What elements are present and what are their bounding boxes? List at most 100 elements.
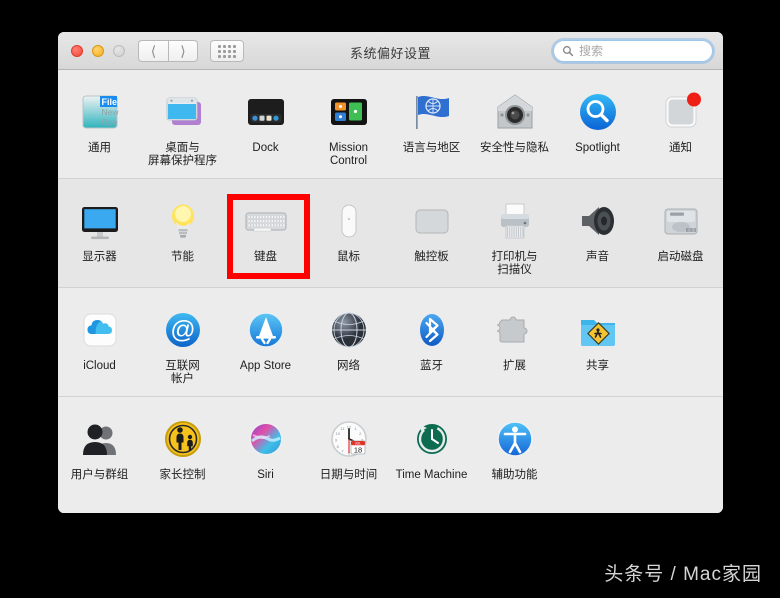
date-time-icon: 121234567891011JUL18 — [325, 415, 373, 463]
extensions-icon — [491, 306, 539, 354]
icloud-icon — [76, 306, 124, 354]
preferences-row-1: File New Ope 通用 桌面与 屏幕保护程序 Dock Mission Contro… — [58, 70, 723, 178]
svg-text:@: @ — [170, 316, 195, 344]
pref-item-sound[interactable]: 声音 — [556, 191, 639, 277]
pref-item-spotlight[interactable]: Spotlight — [556, 82, 639, 168]
pref-item-general[interactable]: File New Ope 通用 — [58, 82, 141, 168]
time-machine-icon — [408, 415, 456, 463]
pref-item-label: Mission Control — [329, 142, 368, 167]
pref-item-mission-control[interactable]: Mission Control — [307, 82, 390, 168]
screenshot-root: ⟨ ⟩ 系统偏好设置 FileNewOpe 通用 桌面与 屏幕保护程序 Dock Mis… — [0, 0, 780, 598]
search-field[interactable] — [553, 40, 713, 62]
pref-item-label: 桌面与 屏幕保护程序 — [148, 142, 217, 167]
pref-item-label: Spotlight — [575, 142, 620, 154]
pref-item-label: 网络 — [337, 360, 360, 372]
pref-item-network[interactable]: 网络 — [307, 300, 390, 386]
pref-item-siri[interactable]: Siri — [224, 409, 307, 482]
parental-controls-icon — [159, 415, 207, 463]
pref-item-label: App Store — [239, 360, 292, 372]
pref-item-mouse[interactable]: 鼠标 — [307, 191, 390, 277]
pref-item-label: 显示器 — [82, 251, 117, 263]
system-preferences-window: ⟨ ⟩ 系统偏好设置 FileNewOpe 通用 桌面与 屏幕保护程序 Dock Mis… — [58, 32, 723, 513]
sound-icon — [574, 197, 622, 245]
preferences-row-4: 用户与群组 家长控制 Siri 121234567891011JUL18 日期与时间 Ti… — [58, 396, 723, 492]
pref-item-notifications[interactable]: 通知 — [639, 82, 722, 168]
spotlight-icon — [574, 88, 622, 136]
desktop-screensaver-icon — [159, 88, 207, 136]
window-titlebar: ⟨ ⟩ 系统偏好设置 — [58, 32, 723, 70]
pref-item-label: 打印机与 扫描仪 — [491, 251, 538, 276]
network-icon — [325, 306, 373, 354]
pref-item-label: 扩展 — [503, 360, 526, 372]
pref-item-label: 启动磁盘 — [657, 251, 704, 263]
pref-item-dock[interactable]: Dock — [224, 82, 307, 168]
svg-text:10: 10 — [335, 431, 340, 436]
pref-item-label: 通用 — [88, 142, 111, 154]
svg-text:18: 18 — [353, 445, 361, 454]
mouse-icon — [325, 197, 373, 245]
pref-item-time-machine[interactable]: Time Machine — [390, 409, 473, 482]
keyboard-icon — [242, 197, 290, 245]
pref-item-label: 节能 — [171, 251, 194, 263]
pref-item-energy-saver[interactable]: 节能 — [141, 191, 224, 277]
pref-item-label: 家长控制 — [159, 469, 206, 481]
pref-item-label: 安全性与隐私 — [480, 142, 549, 154]
pref-item-icloud[interactable]: iCloud — [58, 300, 141, 386]
pref-item-label: iCloud — [83, 360, 116, 372]
general-icon: File New Ope — [76, 88, 124, 136]
pref-item-language-region[interactable]: 语言与地区 — [390, 82, 473, 168]
preferences-row-3: iCloud @ 互联网 帐户 App Store 网络 蓝牙 扩展 共享 — [58, 287, 723, 396]
pref-item-extensions[interactable]: 扩展 — [473, 300, 556, 386]
security-privacy-icon — [491, 88, 539, 136]
pref-item-security-privacy[interactable]: 安全性与隐私 — [473, 82, 556, 168]
siri-icon — [242, 415, 290, 463]
preferences-grid: File New Ope 通用 桌面与 屏幕保护程序 Dock Mission Contro… — [58, 70, 723, 513]
sharing-icon — [574, 306, 622, 354]
pref-item-keyboard[interactable]: 键盘 — [224, 191, 307, 277]
pref-item-printers-scanners[interactable]: 打印机与 扫描仪 — [473, 191, 556, 277]
pref-item-trackpad[interactable]: 触控板 — [390, 191, 473, 277]
pref-item-label: 日期与时间 — [319, 469, 378, 481]
pref-item-date-time[interactable]: 121234567891011JUL18 日期与时间 — [307, 409, 390, 482]
pref-item-label: 通知 — [669, 142, 692, 154]
pref-item-accessibility[interactable]: 辅助功能 — [473, 409, 556, 482]
pref-item-label: 鼠标 — [337, 251, 360, 263]
pref-item-label: 声音 — [586, 251, 609, 263]
watermark-text: 头条号 / Mac家园 — [604, 564, 762, 585]
pref-item-label: 用户与群组 — [70, 469, 129, 481]
mission-control-icon — [325, 88, 373, 136]
pref-item-sharing[interactable]: 共享 — [556, 300, 639, 386]
pref-item-users-groups[interactable]: 用户与群组 — [58, 409, 141, 482]
energy-saver-icon — [159, 197, 207, 245]
pref-item-displays[interactable]: 显示器 — [58, 191, 141, 277]
pref-item-label: 键盘 — [254, 251, 277, 263]
pref-item-internet-accounts[interactable]: @ 互联网 帐户 — [141, 300, 224, 386]
notifications-icon — [657, 88, 705, 136]
printers-scanners-icon — [491, 197, 539, 245]
dock-icon — [242, 88, 290, 136]
displays-icon — [76, 197, 124, 245]
accessibility-icon — [491, 415, 539, 463]
pref-item-app-store[interactable]: App Store — [224, 300, 307, 386]
pref-item-label: Time Machine — [395, 469, 468, 481]
bluetooth-icon — [408, 306, 456, 354]
startup-disk-icon — [657, 197, 705, 245]
pref-item-bluetooth[interactable]: 蓝牙 — [390, 300, 473, 386]
pref-item-startup-disk[interactable]: 启动磁盘 — [639, 191, 722, 277]
pref-item-label: 触控板 — [414, 251, 449, 263]
internet-accounts-icon: @ — [159, 306, 207, 354]
trackpad-icon — [408, 197, 456, 245]
pref-item-label: 语言与地区 — [402, 142, 461, 154]
pref-item-label: 辅助功能 — [491, 469, 538, 481]
pref-item-label: 共享 — [586, 360, 609, 372]
preferences-row-2: 显示器 节能 键盘 鼠标 触控板 打印机与 扫描仪 声音 启动磁盘 — [58, 178, 723, 287]
language-region-icon — [408, 88, 456, 136]
svg-text:Ope: Ope — [101, 117, 117, 127]
pref-item-label: Siri — [257, 469, 274, 481]
pref-item-label: 蓝牙 — [420, 360, 443, 372]
pref-item-desktop-screensaver[interactable]: 桌面与 屏幕保护程序 — [141, 82, 224, 168]
pref-item-label: 互联网 帐户 — [165, 360, 200, 385]
search-input[interactable] — [579, 44, 704, 58]
pref-item-label: Dock — [252, 142, 279, 154]
pref-item-parental-controls[interactable]: 家长控制 — [141, 409, 224, 482]
